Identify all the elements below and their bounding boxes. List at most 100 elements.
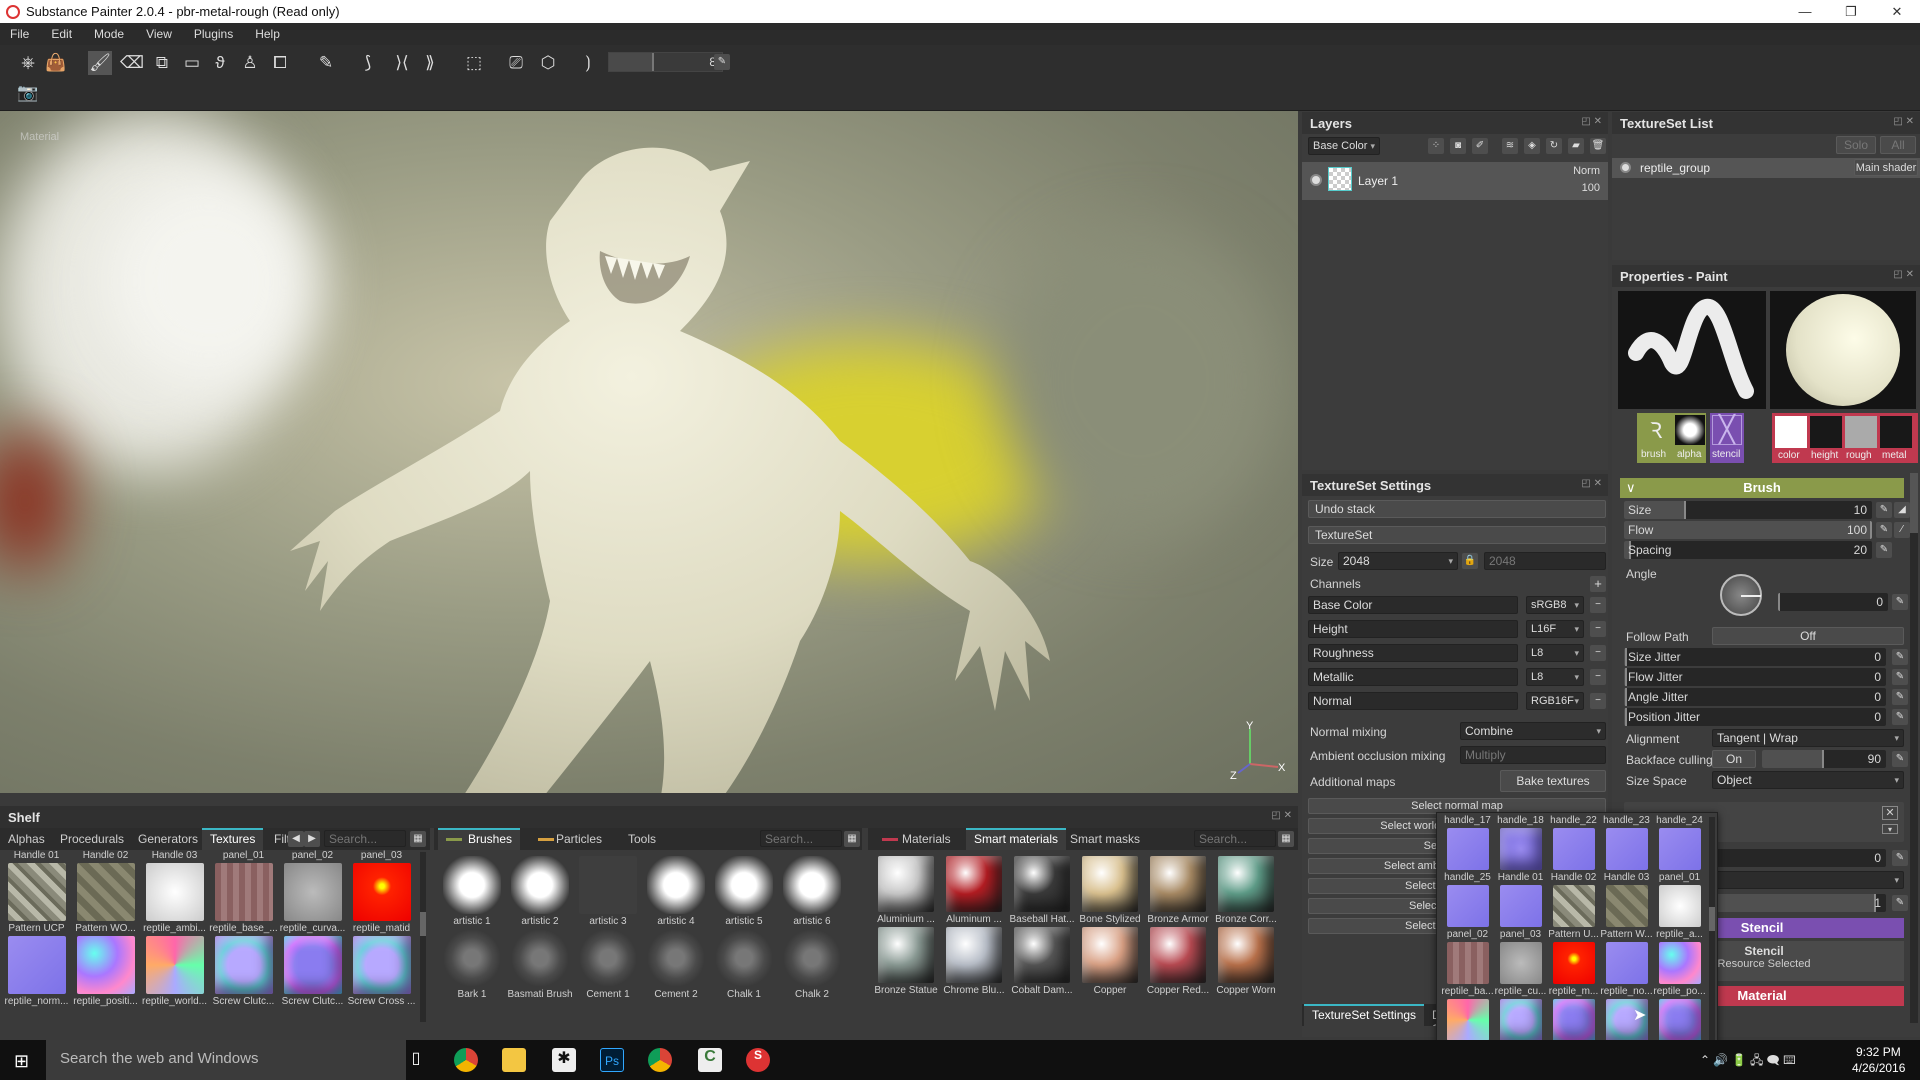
size-pressure-icon[interactable]: ◢ xyxy=(1894,502,1910,518)
delete-layer-icon[interactable]: 🗑 xyxy=(1590,138,1606,154)
channel-height-format[interactable]: L16F xyxy=(1526,620,1584,638)
brush-size-slider[interactable]: 8 xyxy=(608,52,723,72)
backface-angle-slider[interactable]: 90 xyxy=(1762,750,1886,768)
channel-normal-format[interactable]: RGB16F xyxy=(1526,692,1584,710)
shop-bag-icon[interactable]: 👜 xyxy=(44,51,68,75)
popup-scrollbar[interactable] xyxy=(1709,817,1715,1047)
clone-stamp-icon[interactable]: ♙ xyxy=(238,51,262,75)
chrome-icon[interactable] xyxy=(454,1048,478,1072)
remove-channel-icon[interactable]: − xyxy=(1590,597,1606,613)
spacing-slider[interactable]: Spacing 20 xyxy=(1624,541,1872,559)
textureset-visibility-icon[interactable] xyxy=(1620,162,1631,173)
color-picker-icon[interactable]: ✎ xyxy=(314,51,338,75)
smudge-icon[interactable]: ϑ xyxy=(208,51,232,75)
windows-start-icon[interactable]: ⊞ xyxy=(14,1051,29,1072)
remove-channel-icon[interactable]: − xyxy=(1590,693,1606,709)
substance-painter-taskbar-icon[interactable]: S xyxy=(746,1048,770,1072)
thumbnail-item[interactable]: Handle 02 xyxy=(1547,872,1600,929)
thumbnail-item[interactable]: artistic 1 xyxy=(438,854,506,927)
menu-view[interactable]: View xyxy=(146,27,172,41)
thumbnail-item[interactable]: panel_03 xyxy=(1494,929,1547,986)
remove-channel-icon[interactable]: − xyxy=(1590,621,1606,637)
thumbnail-item[interactable]: reptile_positi... xyxy=(71,934,140,1007)
channel-roughness-format[interactable]: L8 xyxy=(1526,644,1584,662)
thumbnail-item[interactable]: Bark 1 xyxy=(438,927,506,1000)
layer-visibility-icon[interactable] xyxy=(1310,174,1322,186)
thumbnail-item[interactable]: Baseball Hat... xyxy=(1008,854,1076,925)
close-button[interactable]: ✕ xyxy=(1874,4,1920,20)
lazy-mouse-icon[interactable]: ⟯ xyxy=(576,51,600,75)
paint-brush-icon[interactable]: 🖌 xyxy=(88,51,112,75)
layer-row[interactable]: Layer 1 Norm 100 xyxy=(1302,162,1608,200)
tab-smart-masks[interactable]: Smart masks xyxy=(1062,828,1148,850)
size-space-select[interactable]: Object xyxy=(1712,771,1904,789)
backface-culling-toggle[interactable]: On xyxy=(1712,750,1756,768)
alpha-slot-icon[interactable] xyxy=(1675,415,1705,445)
thumbnail-item[interactable]: handle_17 xyxy=(1441,815,1494,872)
scroll-right-icon[interactable]: ▶ xyxy=(304,831,320,847)
menu-help[interactable]: Help xyxy=(255,27,280,41)
task-view-icon[interactable]: ▯ xyxy=(404,1048,428,1072)
system-tray-icons[interactable]: ⌃ 🔊 🔋 🖧 🗨 ⌨ xyxy=(1700,1051,1796,1072)
thumbnail-item[interactable]: handle_23 xyxy=(1600,815,1653,872)
panel-float-close-icons[interactable]: ◰ ✕ xyxy=(1581,478,1602,489)
thumbnail-item[interactable]: Copper Worn xyxy=(1212,925,1280,996)
add-fill-layer-icon[interactable]: ◈ xyxy=(1524,138,1540,154)
symmetry-mirror-icon[interactable]: ⟫ xyxy=(418,51,442,75)
properties-scrollbar[interactable] xyxy=(1910,473,1918,1023)
channel-base-color-format[interactable]: sRGB8 xyxy=(1526,596,1584,614)
panel-float-close-icons[interactable]: ◰ ✕ xyxy=(1893,116,1914,127)
thumbnail-item[interactable]: Pattern WO... xyxy=(71,861,140,934)
add-mask-icon[interactable]: ◙ xyxy=(1450,138,1466,154)
stencil-slot[interactable]: ╳ stencil xyxy=(1710,413,1744,463)
thumbnail-item[interactable]: reptile_a... xyxy=(1653,929,1706,986)
thumbnail-item[interactable]: reptile_m... xyxy=(1547,986,1600,1043)
textureset-button[interactable]: TextureSet xyxy=(1308,526,1606,544)
thumbnail-item[interactable]: artistic 2 xyxy=(506,854,574,927)
thumbnail-item[interactable]: Aluminum ... xyxy=(940,854,1008,925)
menu-edit[interactable]: Edit xyxy=(51,27,72,41)
thumbnail-item[interactable]: Screw Cross ... xyxy=(347,934,416,1007)
solo-button[interactable]: Solo xyxy=(1836,136,1876,154)
polygon-fill-icon[interactable]: ▭ xyxy=(180,51,204,75)
thumbnail-item[interactable]: Bronze Corr... xyxy=(1212,854,1280,925)
add-folder-icon[interactable]: ▰ xyxy=(1568,138,1584,154)
thumbnail-item[interactable]: artistic 6 xyxy=(778,854,846,927)
textureset-row[interactable]: reptile_group Main shader xyxy=(1612,158,1920,178)
undo-stack-button[interactable]: Undo stack xyxy=(1308,500,1606,518)
thumbnail-item[interactable]: handle_24 xyxy=(1653,815,1706,872)
flow-pencil-icon[interactable]: ✎ xyxy=(1876,522,1892,538)
grid-view-icon[interactable]: ▦ xyxy=(844,831,860,847)
thumbnail-item[interactable]: Pattern U... xyxy=(1547,929,1600,986)
taskbar-search[interactable]: Search the web and Windows xyxy=(46,1040,406,1080)
panel-float-close-icons[interactable]: ◰ ✕ xyxy=(1893,269,1914,280)
size-pencil-icon[interactable]: ✎ xyxy=(1876,502,1892,518)
angle-dial[interactable] xyxy=(1720,574,1762,616)
thumbnail-item[interactable]: Pattern W... xyxy=(1600,929,1653,986)
angle-jitter-slider[interactable]: Angle Jitter 0 xyxy=(1624,688,1886,706)
textures-search-input[interactable] xyxy=(324,830,406,847)
position-jitter-slider[interactable]: Position Jitter 0 xyxy=(1624,708,1886,726)
thumbnail-item[interactable]: Cement 1 xyxy=(574,927,642,1000)
symmetry-x-icon[interactable]: ⟩⟨ xyxy=(390,51,414,75)
edit-pencil-icon[interactable]: ✎ xyxy=(714,54,730,70)
substance-share-icon[interactable]: ⎈ xyxy=(16,51,40,75)
tab-tools[interactable]: Tools xyxy=(620,828,664,850)
thumbnail-item[interactable]: Handle 01 xyxy=(1494,872,1547,929)
size-lock-icon[interactable]: 🔒 xyxy=(1462,553,1478,569)
thumbnail-item[interactable]: reptile_cu... xyxy=(1494,986,1547,1043)
thumbnail-item[interactable]: Chalk 2 xyxy=(778,927,846,1000)
thumbnail-item[interactable]: handle_22 xyxy=(1547,815,1600,872)
thumbnail-item[interactable]: panel_02 xyxy=(1441,929,1494,986)
panel-float-close-icons[interactable]: ◰ ✕ xyxy=(1271,810,1292,821)
file-explorer-icon[interactable] xyxy=(502,1048,526,1072)
eraser-icon[interactable]: ⌫ xyxy=(120,51,144,75)
thumbnail-item[interactable]: handle_18 xyxy=(1494,815,1547,872)
clear-alpha-icon[interactable]: ✕ xyxy=(1882,806,1898,820)
brush-slot-icon[interactable]: Ꝛ xyxy=(1641,415,1671,445)
metal-slot[interactable] xyxy=(1880,416,1912,448)
scroll-left-icon[interactable]: ◀ xyxy=(288,831,304,847)
zbrush-icon[interactable]: ✱ xyxy=(552,1048,576,1072)
thumbnail-item[interactable]: Cement 2 xyxy=(642,927,710,1000)
thumbnail-item[interactable]: artistic 3 xyxy=(574,854,642,927)
